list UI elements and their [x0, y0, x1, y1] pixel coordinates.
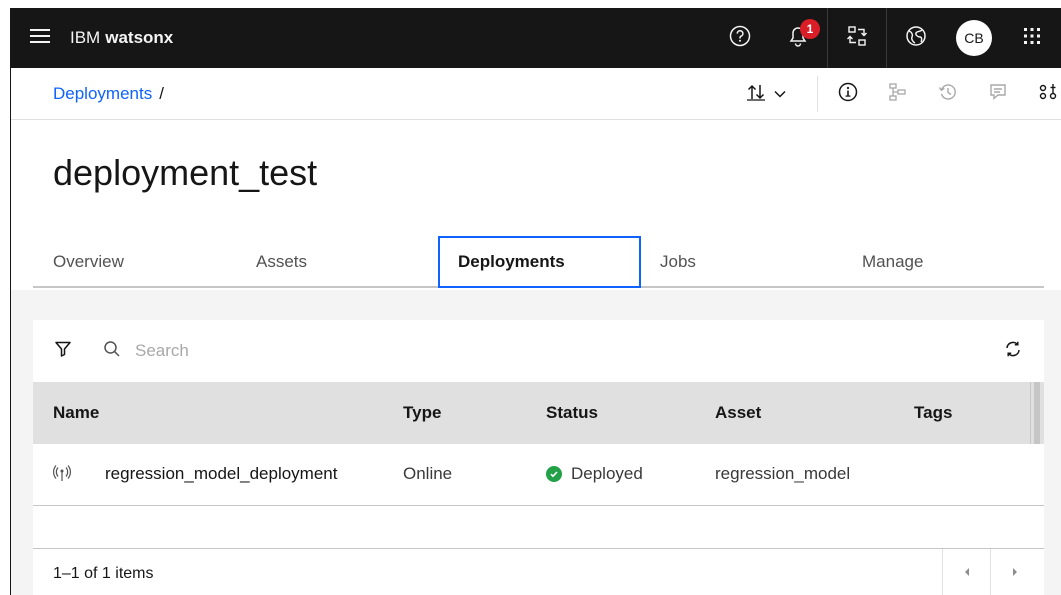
product-name-link[interactable]: IBM watsonx [70, 28, 173, 48]
top-header-bar: IBM watsonx 1 CB [10, 8, 1061, 68]
brand-prefix: IBM [70, 28, 101, 47]
flow-icon [888, 82, 908, 107]
column-header-type[interactable]: Type [403, 403, 441, 423]
filter-icon [54, 340, 72, 363]
table-header: Name Type Status Asset Tags [33, 382, 1030, 444]
settings-adjust-button[interactable] [1023, 72, 1061, 116]
tab-deployments[interactable]: Deployments [438, 236, 641, 288]
comments-button[interactable] [973, 72, 1023, 116]
user-profile-button[interactable]: CB [945, 8, 1003, 68]
help-icon [729, 25, 751, 52]
breadcrumb: Deployments / [53, 84, 164, 104]
refresh-button[interactable] [996, 334, 1030, 368]
sort-dropdown-button[interactable] [731, 72, 801, 116]
hamburger-icon [30, 28, 50, 49]
status-text: Deployed [571, 464, 643, 483]
tab-assets[interactable]: Assets [256, 236, 307, 288]
column-header-asset[interactable]: Asset [715, 403, 761, 423]
table-scrollbar[interactable] [1030, 382, 1044, 444]
deployment-status: Deployed [546, 464, 643, 484]
page-title: deployment_test [53, 152, 318, 193]
previous-page-button[interactable] [942, 549, 990, 595]
search-icon [103, 340, 121, 363]
column-header-tags[interactable]: Tags [914, 403, 952, 423]
flow-button[interactable] [873, 72, 923, 116]
online-deployment-icon [53, 464, 71, 482]
breadcrumb-item-deployments[interactable]: Deployments [53, 84, 152, 104]
caret-right-icon [1011, 564, 1019, 582]
deployments-table-panel: Name Type Status Asset Tags regression_m… [33, 320, 1044, 595]
hamburger-menu-button[interactable] [10, 8, 70, 68]
table-row[interactable]: regression_model_deployment Online Deplo… [33, 444, 1044, 506]
avatar: CB [956, 20, 992, 56]
checkmark-filled-icon [546, 466, 562, 482]
tab-manage[interactable]: Manage [862, 236, 923, 288]
notification-badge: 1 [800, 19, 820, 39]
notifications-button[interactable]: 1 [769, 8, 827, 68]
chevron-down-icon [774, 85, 786, 103]
refresh-icon [1004, 340, 1022, 363]
settings-adjust-icon [1038, 82, 1058, 107]
history-button[interactable] [923, 72, 973, 116]
column-header-name[interactable]: Name [53, 403, 99, 423]
scrollbar-thumb[interactable] [1034, 382, 1040, 444]
filter-button[interactable] [47, 334, 79, 368]
toolbar-divider [817, 76, 818, 112]
switcher-button[interactable] [828, 8, 886, 68]
information-icon [838, 82, 858, 107]
app-switcher-button[interactable] [1003, 8, 1061, 68]
breadcrumb-bar: Deployments / [11, 68, 1061, 120]
tab-jobs[interactable]: Jobs [660, 236, 696, 288]
search-box [103, 334, 503, 368]
deployment-type: Online [403, 464, 453, 483]
help-button[interactable] [711, 8, 769, 68]
information-button[interactable] [823, 72, 873, 116]
column-header-status[interactable]: Status [546, 403, 598, 423]
next-page-button[interactable] [990, 549, 1038, 595]
comment-icon [988, 82, 1008, 107]
transfer-icon [846, 25, 868, 52]
table-toolbar [33, 320, 1044, 382]
history-icon [938, 82, 958, 107]
globe-icon [905, 25, 927, 52]
deployment-name[interactable]: regression_model_deployment [105, 464, 337, 484]
search-input[interactable] [135, 341, 435, 361]
sort-icon [746, 83, 766, 106]
breadcrumb-separator: / [159, 84, 164, 103]
project-toolbar [823, 72, 1061, 116]
pagination-bar: 1–1 of 1 items [33, 548, 1044, 595]
globe-button[interactable] [887, 8, 945, 68]
app-grid-icon [1022, 26, 1042, 51]
header-actions: 1 CB [711, 8, 1061, 68]
deployment-asset: regression_model [715, 464, 851, 483]
brand-name: watsonx [105, 28, 174, 47]
project-tabs: Overview Assets Deployments Jobs Manage [33, 236, 1044, 288]
caret-left-icon [963, 564, 971, 582]
pagination-summary: 1–1 of 1 items [53, 565, 154, 582]
tab-overview[interactable]: Overview [53, 236, 124, 288]
